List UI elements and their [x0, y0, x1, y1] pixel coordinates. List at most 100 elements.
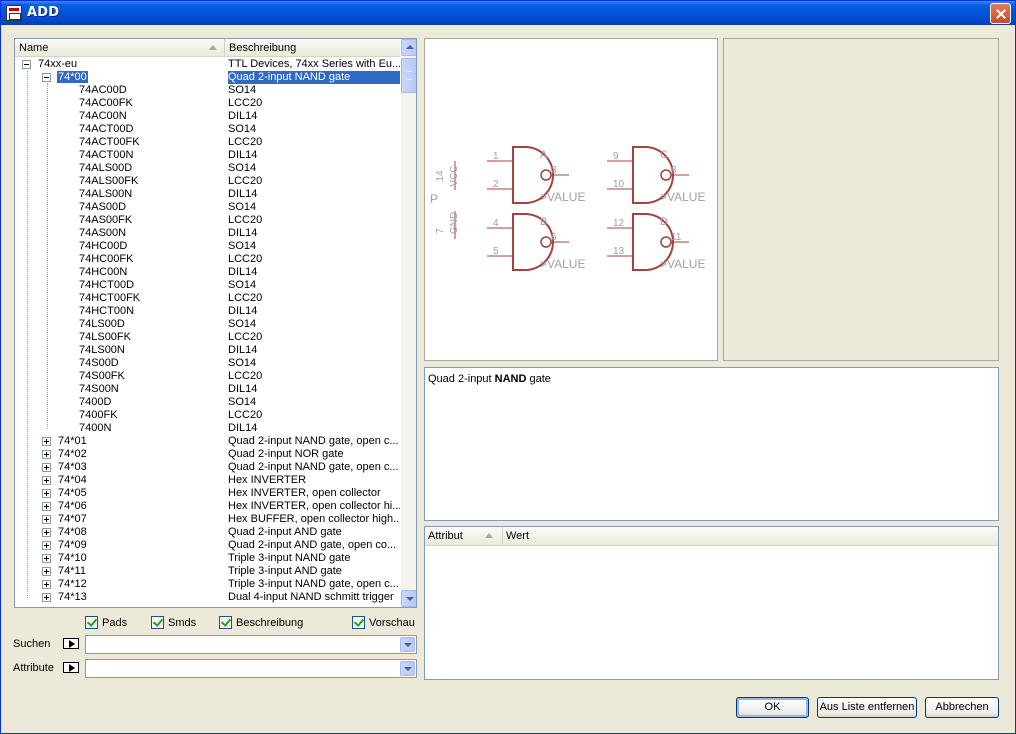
collapse-icon[interactable] — [42, 73, 51, 82]
device-variant-row[interactable]: 7400N DIL14 — [15, 422, 400, 435]
device-group-row[interactable]: 74*13 Dual 4-input NAND schmitt trigger — [15, 591, 400, 604]
power-pins: 14 VCC 7 GND P — [430, 161, 460, 239]
column-header-name[interactable]: Name — [15, 39, 225, 57]
device-group-row[interactable]: 74xx-eu TTL Devices, 74xx Series with Eu.… — [15, 58, 400, 71]
device-variant-row[interactable]: 74ALS00N DIL14 — [15, 188, 400, 201]
smds-checkbox-label: Smds — [168, 617, 197, 629]
device-group-row[interactable]: 74*09 Quad 2-input AND gate, open co... — [15, 539, 400, 552]
device-variant-row[interactable]: 74LS00FK LCC20 — [15, 331, 400, 344]
row-description: DIL14 — [228, 344, 258, 356]
device-variant-row[interactable]: 74HCT00N DIL14 — [15, 305, 400, 318]
expand-icon[interactable] — [42, 437, 51, 446]
title-bar[interactable]: ADD — [1, 1, 1015, 25]
scroll-down-button[interactable] — [401, 590, 416, 607]
device-variant-row[interactable]: 74HC00D SO14 — [15, 240, 400, 253]
collapse-icon[interactable] — [22, 60, 31, 69]
remove-from-list-button[interactable]: Aus Liste entfernen — [817, 697, 917, 718]
attribute-filter-input[interactable] — [88, 661, 396, 676]
search-input[interactable] — [88, 637, 396, 652]
row-description: SO14 — [228, 201, 257, 213]
row-name-label: 74ALS00N — [79, 188, 133, 200]
expand-icon[interactable] — [42, 489, 51, 498]
device-variant-row[interactable]: 74HCT00D SO14 — [15, 279, 400, 292]
row-description: Quad 2-input NAND gate, open c... — [228, 435, 399, 447]
device-variant-row[interactable]: 74AC00N DIL14 — [15, 110, 400, 123]
device-variant-row[interactable]: 74HC00N DIL14 — [15, 266, 400, 279]
device-variant-row[interactable]: 74ACT00FK LCC20 — [15, 136, 400, 149]
expand-icon[interactable] — [42, 567, 51, 576]
device-variant-row[interactable]: 74HCT00FK LCC20 — [15, 292, 400, 305]
ok-button[interactable]: OK — [736, 697, 809, 718]
device-group-row[interactable]: 74*02 Quad 2-input NOR gate — [15, 448, 400, 461]
device-group-row[interactable]: 74*04 Hex INVERTER — [15, 474, 400, 487]
search-combobox[interactable] — [85, 635, 417, 654]
expand-icon[interactable] — [42, 593, 51, 602]
device-description: Quad 2-input NAND gate — [428, 373, 551, 385]
expand-icon[interactable] — [42, 541, 51, 550]
scroll-thumb[interactable] — [401, 58, 416, 93]
execute-search-icon[interactable] — [63, 638, 79, 649]
expand-icon[interactable] — [42, 515, 51, 524]
device-variant-row[interactable]: 7400FK LCC20 — [15, 409, 400, 422]
expand-icon[interactable] — [42, 450, 51, 459]
attribute-filter-combobox[interactable] — [85, 659, 417, 678]
checkbox-checked-icon — [352, 616, 365, 629]
expand-icon[interactable] — [42, 554, 51, 563]
device-tree-list[interactable]: Name Beschreibung 74xx-eu TTL Devices, 74… — [14, 38, 417, 608]
search-dropdown-button[interactable] — [400, 637, 415, 652]
device-group-row[interactable]: 74*01 Quad 2-input NAND gate, open c... — [15, 435, 400, 448]
scroll-up-button[interactable] — [401, 39, 416, 56]
device-variant-row[interactable]: 74LS00D SO14 — [15, 318, 400, 331]
device-variant-row[interactable]: 74S00D SO14 — [15, 357, 400, 370]
device-variant-row[interactable]: 74ACT00D SO14 — [15, 123, 400, 136]
window-title: ADD — [27, 5, 60, 20]
device-variant-row[interactable]: 74ACT00N DIL14 — [15, 149, 400, 162]
device-variant-row[interactable]: 74LS00N DIL14 — [15, 344, 400, 357]
device-group-row[interactable]: 74*11 Triple 3-input AND gate — [15, 565, 400, 578]
execute-attribute-filter-icon[interactable] — [63, 662, 79, 673]
device-variant-row[interactable]: 74AS00FK LCC20 — [15, 214, 400, 227]
attribute-filter-dropdown-button[interactable] — [400, 661, 415, 676]
device-variant-row[interactable]: 74AS00D SO14 — [15, 201, 400, 214]
expand-icon[interactable] — [42, 580, 51, 589]
row-name: 74HCT00N — [78, 305, 135, 318]
device-group-row[interactable]: 74*12 Triple 3-input NAND gate, open c... — [15, 578, 400, 591]
row-description: SO14 — [228, 279, 257, 291]
row-description: SO14 — [228, 162, 257, 174]
tree-vertical-scrollbar[interactable] — [401, 39, 416, 607]
column-header-description[interactable]: Beschreibung — [225, 39, 400, 57]
device-group-row[interactable]: 74*10 Triple 3-input NAND gate — [15, 552, 400, 565]
device-group-row[interactable]: 74*03 Quad 2-input NAND gate, open c... — [15, 461, 400, 474]
expand-icon[interactable] — [42, 476, 51, 485]
device-group-row[interactable]: 74*06 Hex INVERTER, open collector hi... — [15, 500, 400, 513]
expand-icon[interactable] — [42, 502, 51, 511]
device-variant-row[interactable]: 74S00FK LCC20 — [15, 370, 400, 383]
device-group-row[interactable]: 74*07 Hex BUFFER, open collector high... — [15, 513, 400, 526]
device-variant-row[interactable]: 74AC00FK LCC20 — [15, 97, 400, 110]
cancel-button[interactable]: Abbrechen — [925, 697, 999, 718]
device-variant-row[interactable]: 74ALS00D SO14 — [15, 162, 400, 175]
row-description: LCC20 — [228, 292, 263, 304]
expand-icon[interactable] — [42, 528, 51, 537]
close-button[interactable] — [990, 3, 1011, 24]
vcc-label: VCC — [449, 165, 460, 186]
device-group-row[interactable]: 74*08 Quad 2-input AND gate — [15, 526, 400, 539]
column-header-value[interactable]: Wert — [503, 527, 999, 546]
column-header-attribute[interactable]: Attribut — [425, 527, 503, 546]
tree-line — [47, 83, 48, 429]
device-group-row[interactable]: 74*00 Quad 2-input NAND gate — [15, 71, 400, 84]
arrow-down-icon — [406, 597, 414, 601]
device-group-row[interactable]: 74*05 Hex INVERTER, open collector — [15, 487, 400, 500]
row-name-label: 74ACT00D — [79, 123, 134, 135]
row-name-label: 74*07 — [58, 513, 87, 525]
row-description: Quad 2-input NAND gate, open c... — [228, 461, 399, 473]
device-variant-row[interactable]: 74HC00FK LCC20 — [15, 253, 400, 266]
device-variant-row[interactable]: 74ALS00FK LCC20 — [15, 175, 400, 188]
expand-icon[interactable] — [42, 463, 51, 472]
device-variant-row[interactable]: 74AS00N DIL14 — [15, 227, 400, 240]
row-name-label: 74ACT00FK — [79, 136, 140, 148]
device-variant-row[interactable]: 74S00N DIL14 — [15, 383, 400, 396]
device-variant-row[interactable]: 74AC00D SO14 — [15, 84, 400, 97]
device-variant-row[interactable]: 7400D SO14 — [15, 396, 400, 409]
attribute-table[interactable]: Attribut Wert — [424, 526, 999, 680]
